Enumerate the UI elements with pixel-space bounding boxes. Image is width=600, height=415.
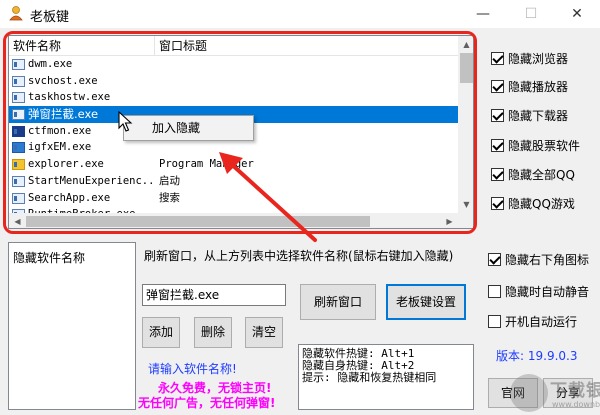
promo-text-line2: 无任何广告，无任何弹窗! [138, 396, 276, 410]
checkbox-box[interactable] [491, 80, 504, 93]
checkbox-box[interactable] [491, 168, 504, 181]
table-row[interactable]: taskhostw.exe [9, 89, 458, 106]
process-list-header: 软件名称 窗口标题 [9, 36, 458, 56]
instruction-text: 刷新窗口，从上方列表中选择软件名称(鼠标右键加入隐藏) [144, 249, 454, 263]
watermark-subtext: www.downbank.cn [552, 400, 600, 409]
process-name: explorer.exe [28, 158, 104, 171]
app-window-icon [12, 59, 25, 70]
process-name: SearchApp.exe [28, 191, 111, 204]
boss-key-settings-button[interactable]: 老板键设置 [386, 284, 466, 320]
vertical-scroll-thumb[interactable] [460, 53, 473, 83]
hint-text: 请输入软件名称! [148, 362, 237, 376]
vertical-scrollbar[interactable]: ▲ ▼ [458, 36, 473, 213]
minimize-button[interactable]: — [460, 0, 506, 28]
clear-button[interactable]: 清空 [245, 317, 283, 348]
checkbox-box[interactable] [491, 139, 504, 152]
checkbox-hide-browser[interactable]: 隐藏浏览器 [491, 51, 596, 67]
hotkey-line: 提示: 隐藏和恢复热键相同 [302, 371, 437, 384]
checkbox-box[interactable] [491, 52, 504, 65]
process-name: dwm.exe [28, 58, 73, 70]
pen-icon [12, 125, 25, 137]
refresh-window-button[interactable]: 刷新窗口 [300, 284, 376, 320]
title-bar: 老板键 — ☐ ✕ [0, 0, 600, 28]
close-button[interactable]: ✕ [554, 0, 600, 28]
checkbox-box[interactable] [491, 197, 504, 210]
maximize-button: ☐ [524, 6, 538, 22]
watermark-text: 下载银行 [550, 381, 600, 401]
checkbox-hide-stock-software[interactable]: 隐藏股票软件 [491, 138, 596, 154]
folder-icon [12, 159, 25, 171]
hidden-list-header: 隐藏软件名称 [13, 251, 86, 265]
menu-item-add-to-hidden[interactable]: 加入隐藏 [126, 118, 251, 138]
add-button[interactable]: 添加 [142, 317, 180, 348]
checkbox-box[interactable] [488, 285, 501, 298]
checkbox-hide-downloader[interactable]: 隐藏下载器 [491, 108, 596, 124]
app-window-icon [12, 92, 25, 104]
app-person-icon [9, 6, 23, 21]
version-label: 版本: 19.9.0.3 [496, 349, 578, 363]
scrollbar-corner [458, 213, 473, 228]
app-window-icon [12, 109, 25, 121]
red-arrow-icon [219, 152, 317, 242]
scroll-left-arrow-icon[interactable]: ◀ [9, 213, 26, 228]
window-title: 老板键 [30, 10, 70, 25]
software-name-input[interactable]: 弹窗拦截.exe [142, 284, 286, 306]
checkbox-box[interactable] [488, 253, 501, 266]
mouse-cursor-icon [118, 111, 133, 132]
checkbox-box[interactable] [491, 109, 504, 122]
process-name: svchost.exe [28, 74, 98, 87]
context-menu: 加入隐藏 [123, 115, 254, 141]
watermark-logo: 下载银行 www.downbank.cn [510, 372, 600, 415]
hidden-software-list[interactable]: 隐藏软件名称 [8, 242, 136, 410]
table-row[interactable]: svchost.exe [9, 73, 458, 90]
scroll-right-arrow-icon[interactable]: ▶ [441, 213, 458, 228]
checkbox-hide-tray-icon[interactable]: 隐藏右下角图标 [488, 252, 598, 268]
delete-button[interactable]: 删除 [194, 317, 232, 348]
process-name: StartMenuExperienc... [28, 174, 154, 187]
checkbox-hide-all-qq[interactable]: 隐藏全部QQ [491, 167, 596, 183]
checkbox-box[interactable] [488, 315, 501, 328]
watermark-circle-icon [510, 374, 548, 412]
table-row[interactable]: dwm.exe [9, 56, 458, 73]
scroll-up-arrow-icon[interactable]: ▲ [458, 36, 473, 53]
column-header-name[interactable]: 软件名称 [9, 36, 154, 56]
process-name: igfxEM.exe [28, 141, 92, 154]
checkbox-hide-player[interactable]: 隐藏播放器 [491, 79, 596, 95]
checkbox-hide-qq-game[interactable]: 隐藏QQ游戏 [491, 196, 596, 212]
process-name: taskhostw.exe [28, 91, 111, 104]
app-window-icon [12, 175, 25, 187]
scroll-down-arrow-icon[interactable]: ▼ [458, 196, 473, 213]
hotkey-info-box[interactable]: 隐藏软件热键: Alt+1 隐藏自身热键: Alt+2 提示: 隐藏和恢复热键相… [298, 344, 474, 410]
checkbox-auto-mute[interactable]: 隐藏时自动静音 [488, 284, 598, 300]
intel-graphics-icon [12, 142, 25, 154]
app-window-icon [12, 75, 25, 87]
app-window-icon [12, 192, 25, 204]
column-header-title[interactable]: 窗口标题 [155, 36, 455, 56]
checkbox-autostart[interactable]: 开机自动运行 [488, 314, 598, 330]
